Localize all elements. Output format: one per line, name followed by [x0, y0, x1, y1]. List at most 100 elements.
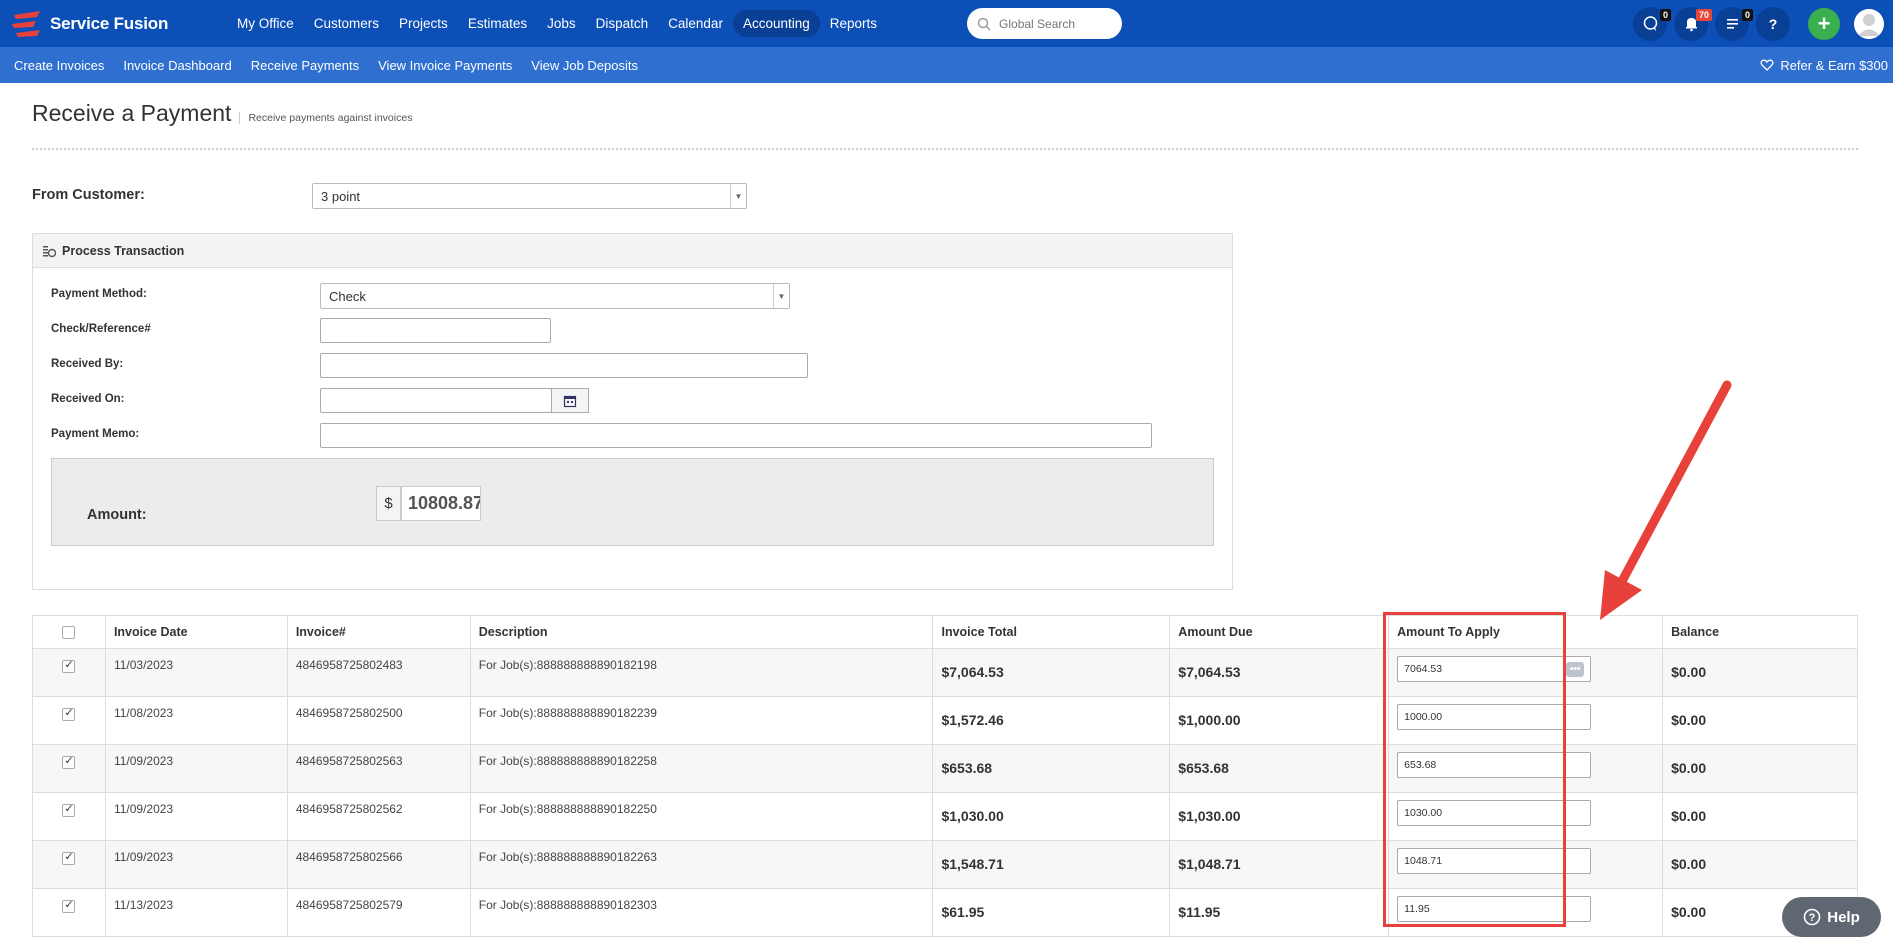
amount-input[interactable]: 10808.87 — [401, 486, 481, 521]
amount-due: $1,000.00 — [1169, 696, 1390, 745]
header-amount-due: Amount Due — [1169, 615, 1390, 649]
row-select-cell — [32, 840, 106, 889]
user-icon — [1854, 8, 1884, 39]
tasks-button[interactable]: 0 — [1715, 6, 1753, 41]
row-checkbox[interactable] — [62, 850, 76, 866]
customer-select[interactable]: 3 point ▼ — [312, 183, 747, 209]
global-search-input[interactable] — [999, 16, 1110, 31]
payment-method-select[interactable]: Check ▼ — [320, 283, 790, 309]
received-on-input[interactable] — [320, 388, 552, 413]
invoice-total: $61.95 — [932, 888, 1171, 937]
subnav-invoice-dashboard[interactable]: Invoice Dashboard — [123, 58, 231, 73]
row-checkbox[interactable] — [62, 658, 76, 674]
invoice-number: 4846958725802483 — [286, 648, 471, 697]
customer-select-value: 3 point — [321, 188, 361, 204]
payment-memo-label: Payment Memo: — [51, 428, 140, 440]
nav-jobs[interactable]: Jobs — [537, 10, 586, 37]
invoice-date: 11/08/2023 — [104, 696, 288, 745]
process-transaction-title: Process Transaction — [62, 243, 185, 258]
table-row: 11/09/2023 4846958725802566 For Job(s):8… — [32, 840, 1858, 889]
payment-memo-input[interactable] — [320, 423, 1152, 448]
nav-customers[interactable]: Customers — [304, 10, 389, 37]
nav-reports[interactable]: Reports — [820, 10, 887, 37]
page-subtitle: Receive payments against invoices — [239, 112, 412, 124]
invoice-description: For Job(s):888888888890182250 — [469, 792, 934, 841]
received-by-input[interactable] — [320, 353, 808, 378]
table-row: 11/08/2023 4846958725802500 For Job(s):8… — [32, 696, 1858, 745]
nav-calendar[interactable]: Calendar — [658, 10, 733, 37]
help-button[interactable]: ? Help — [1782, 897, 1881, 937]
received-by-label: Received By: — [51, 358, 124, 370]
calendar-icon — [563, 395, 577, 407]
nav-projects[interactable]: Projects — [389, 10, 458, 37]
help-circle-icon: ? — [1803, 908, 1821, 926]
balance: $0.00 — [1662, 792, 1858, 841]
plus-icon: + — [1817, 10, 1831, 36]
balance: $0.00 — [1662, 648, 1858, 697]
invoice-date: 11/13/2023 — [104, 888, 288, 937]
question-icon: ? — [1768, 15, 1778, 32]
table-row: 11/09/2023 4846958725802562 For Job(s):8… — [32, 792, 1858, 841]
brand-name: Service Fusion — [50, 13, 169, 33]
notifications-count-badge: 70 — [1695, 8, 1712, 21]
divider — [32, 148, 1858, 150]
invoice-description: For Job(s):888888888890182258 — [469, 744, 934, 793]
invoice-total: $7,064.53 — [932, 648, 1171, 697]
tasks-count-badge: 0 — [1741, 8, 1753, 21]
check-reference-input[interactable] — [320, 318, 551, 343]
user-avatar[interactable] — [1854, 8, 1884, 39]
amount-section: Amount: $ 10808.87 — [51, 458, 1214, 546]
page-header: Receive a Payment Receive payments again… — [32, 100, 412, 127]
chat-button[interactable]: 0 — [1633, 6, 1671, 41]
help-question-button[interactable]: ? — [1756, 6, 1790, 41]
table-row: 11/03/2023 4846958725802483 For Job(s):8… — [32, 648, 1858, 697]
help-label: Help — [1827, 908, 1860, 926]
logo[interactable]: Service Fusion — [10, 9, 215, 39]
subnav-view-job-deposits[interactable]: View Job Deposits — [531, 58, 638, 73]
invoice-date: 11/09/2023 — [104, 840, 288, 889]
row-checkbox[interactable] — [62, 802, 76, 818]
refer-earn-label: Refer & Earn $300 — [1780, 57, 1888, 73]
list-icon — [1726, 19, 1738, 29]
top-icons: 0 70 0 ? + — [1626, 0, 1893, 47]
amount-due: $653.68 — [1169, 744, 1390, 793]
heart-icon — [1760, 59, 1774, 71]
invoices-table: Invoice Date Invoice# Description Invoic… — [32, 615, 1858, 937]
nav-dispatch[interactable]: Dispatch — [586, 10, 659, 37]
add-new-button[interactable]: + — [1808, 7, 1840, 40]
row-select-cell — [32, 792, 106, 841]
balance: $0.00 — [1662, 696, 1858, 745]
row-checkbox[interactable] — [62, 898, 76, 914]
subnav-view-invoice-payments[interactable]: View Invoice Payments — [378, 58, 512, 73]
subnav-receive-payments[interactable]: Receive Payments — [251, 58, 359, 73]
coins-icon — [43, 245, 56, 257]
select-all-checkbox[interactable] — [62, 626, 76, 640]
service-fusion-logo-icon — [12, 10, 40, 37]
invoice-total: $1,572.46 — [932, 696, 1171, 745]
invoice-number: 4846958725802562 — [286, 792, 471, 841]
process-transaction-header: Process Transaction — [33, 234, 1232, 268]
notifications-button[interactable]: 70 — [1674, 6, 1712, 41]
invoice-description: For Job(s):888888888890182263 — [469, 840, 934, 889]
header-balance: Balance — [1662, 615, 1858, 649]
invoice-number: 4846958725802500 — [286, 696, 471, 745]
global-search[interactable] — [967, 8, 1123, 39]
invoice-total: $653.68 — [932, 744, 1171, 793]
more-options-icon[interactable]: ••• — [1566, 662, 1585, 677]
row-select-cell — [32, 696, 106, 745]
refer-earn-link[interactable]: Refer & Earn $300 — [1760, 47, 1888, 83]
date-picker-button[interactable] — [551, 388, 589, 413]
payment-method-label: Payment Method: — [51, 288, 147, 300]
invoice-date: 11/09/2023 — [104, 744, 288, 793]
row-checkbox[interactable] — [62, 754, 76, 770]
nav-my-office[interactable]: My Office — [227, 10, 304, 37]
nav-accounting[interactable]: Accounting — [732, 10, 820, 37]
table-row: 11/09/2023 4846958725802563 For Job(s):8… — [32, 744, 1858, 793]
invoice-date: 11/03/2023 — [104, 648, 288, 697]
subnav-create-invoices[interactable]: Create Invoices — [14, 58, 104, 73]
page-title: Receive a Payment — [32, 100, 232, 126]
row-select-cell — [32, 888, 106, 937]
nav-estimates[interactable]: Estimates — [458, 10, 537, 37]
header-description: Description — [469, 615, 934, 649]
row-checkbox[interactable] — [62, 706, 76, 722]
